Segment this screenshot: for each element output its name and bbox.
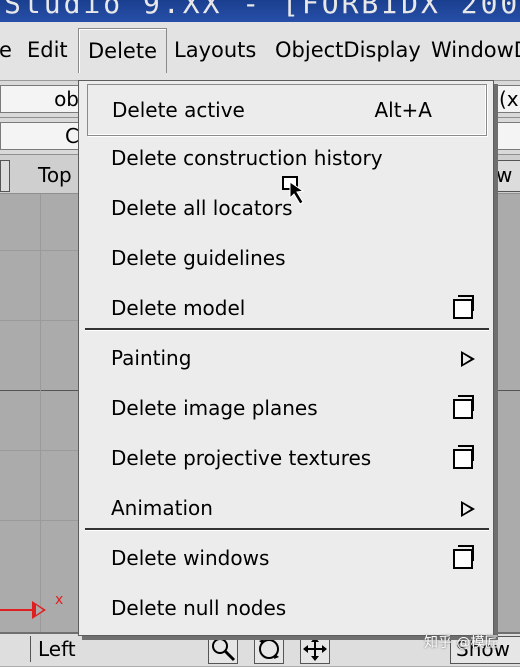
menu-item-label: Animation	[111, 496, 213, 520]
x-axis-line	[0, 609, 36, 611]
menu-item-animation[interactable]: Animation	[87, 483, 485, 533]
menu-separator	[85, 328, 489, 331]
window-titlebar: Studio 9.XX - [FORBIDX 2008 BPP	[0, 0, 520, 22]
option-box-icon[interactable]	[453, 295, 474, 319]
coordinate-field-2[interactable]	[494, 122, 520, 150]
menu-item-label: Delete model	[111, 296, 246, 320]
menu-edit[interactable]: Edit	[18, 28, 77, 72]
menu-item-delete-projective-textures[interactable]: Delete projective textures	[87, 433, 485, 483]
object-field[interactable]: ob	[0, 85, 84, 113]
menu-item-label: Delete image planes	[111, 396, 318, 420]
pan-icon[interactable]	[300, 634, 330, 664]
menu-item-delete-model[interactable]: Delete model	[87, 283, 485, 333]
menu-item-label: Delete windows	[111, 546, 270, 570]
menu-item-label: Delete guidelines	[111, 246, 286, 270]
mouse-cursor-icon	[282, 176, 305, 205]
option-box-icon[interactable]	[453, 545, 474, 569]
shortcut-label: Alt+A	[374, 98, 432, 122]
menu-item-delete-active[interactable]: Delete active Alt+A	[87, 84, 487, 136]
menu-delete[interactable]: Delete	[78, 28, 167, 73]
zoom-icon[interactable]	[208, 634, 238, 664]
submenu-arrow-icon	[461, 501, 475, 517]
option-box-icon[interactable]	[453, 395, 474, 419]
menu-layouts[interactable]: Layouts	[165, 28, 265, 72]
view-tab-edge[interactable]	[0, 160, 10, 192]
menu-item-delete-null-nodes[interactable]: Delete null nodes	[87, 583, 485, 633]
menu-separator	[85, 528, 489, 531]
menu-item-label: Delete null nodes	[111, 596, 287, 620]
menu-bar: e Edit Delete Layouts ObjectDisplay Wind…	[0, 22, 520, 81]
view-label-right: w	[496, 163, 513, 187]
view-label-left: Left	[38, 637, 76, 661]
menu-item-label: Painting	[111, 346, 192, 370]
menu-objectdisplay[interactable]: ObjectDisplay	[266, 28, 430, 72]
delete-menu-dropdown: Delete active Alt+A Delete construction …	[78, 80, 494, 636]
menu-item-delete-guidelines[interactable]: Delete guidelines	[87, 233, 485, 283]
x-axis-label: x	[55, 592, 64, 608]
menu-item-painting[interactable]: Painting	[87, 333, 485, 383]
menu-item-label: Delete all locators	[111, 196, 293, 220]
menu-item-delete-windows[interactable]: Delete windows	[87, 533, 485, 583]
viewport-divider-right	[492, 390, 520, 391]
x-axis-arrow-inner	[36, 605, 43, 615]
option-field[interactable]: C	[0, 122, 84, 150]
menu-item-label: Delete construction history	[111, 146, 383, 170]
view-label-top[interactable]: Top	[38, 160, 72, 190]
menu-item-delete-image-planes[interactable]: Delete image planes	[87, 383, 485, 433]
coordinate-field[interactable]: (x,	[494, 85, 520, 113]
watermark: 知乎 @模匠	[424, 635, 499, 651]
menu-item-label: Delete active	[112, 98, 245, 122]
grid-line	[40, 194, 41, 632]
option-box-icon[interactable]	[453, 445, 474, 469]
submenu-arrow-icon	[461, 351, 475, 367]
tumble-icon[interactable]	[254, 634, 284, 664]
window-title: Studio 9.XX - [FORBIDX 2008 BPP	[4, 0, 520, 20]
menu-item-label: Delete projective textures	[111, 446, 372, 470]
menu-windowdisplay[interactable]: WindowD	[422, 28, 520, 72]
